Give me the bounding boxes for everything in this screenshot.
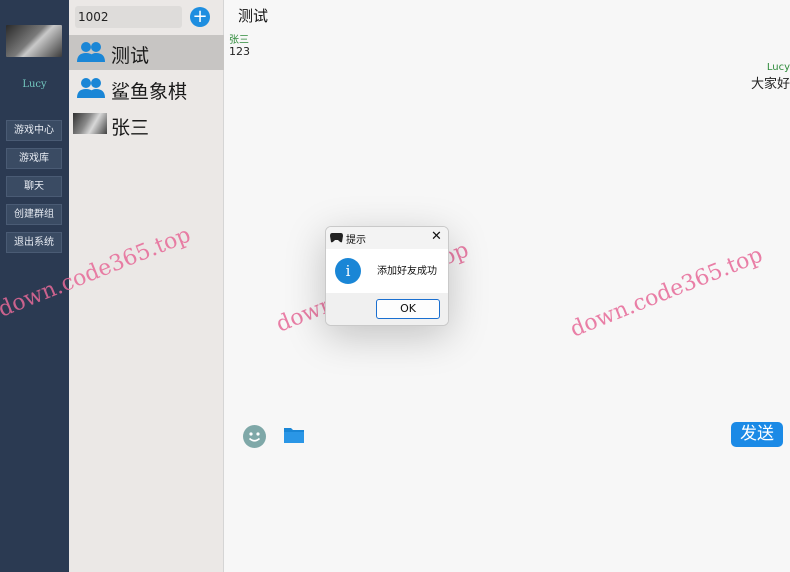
nav-game-center-button[interactable]: 游戏中心 bbox=[6, 120, 62, 141]
user-name: Lucy bbox=[22, 79, 47, 90]
dialog-footer: OK bbox=[326, 293, 448, 325]
message-sender: 张三 bbox=[229, 35, 249, 46]
dialog-body: i 添加好友成功 bbox=[326, 249, 448, 293]
nav-game-library-button[interactable]: 游戏库 bbox=[6, 148, 62, 169]
folder-icon[interactable] bbox=[283, 426, 305, 444]
send-button[interactable]: 发送 bbox=[731, 422, 783, 447]
gamepad-icon bbox=[330, 233, 343, 243]
nav-chat-button[interactable]: 聊天 bbox=[6, 176, 62, 197]
nav-exit-button[interactable]: 退出系统 bbox=[6, 232, 62, 253]
user-avatar[interactable] bbox=[6, 25, 62, 57]
contact-name: 鲨鱼象棋 bbox=[111, 81, 188, 103]
message-text: 大家好 bbox=[750, 77, 790, 92]
contact-item-shayu-xiangqi[interactable]: 鲨鱼象棋 bbox=[69, 71, 224, 106]
dialog-titlebar[interactable]: 提示 ✕ bbox=[326, 227, 448, 249]
nav-create-group-button[interactable]: 创建群组 bbox=[6, 204, 62, 225]
contact-item-ceshi[interactable]: 测试 bbox=[69, 35, 224, 70]
photo-avatar bbox=[73, 113, 107, 134]
ok-button[interactable]: OK bbox=[376, 299, 440, 319]
contact-item-zhangsan[interactable]: 张三 bbox=[69, 107, 224, 142]
alert-dialog: 提示 ✕ i 添加好友成功 OK bbox=[325, 226, 449, 326]
dialog-title: 提示 bbox=[346, 235, 366, 246]
contact-name: 测试 bbox=[111, 45, 150, 67]
add-friend-button[interactable]: + bbox=[190, 7, 210, 27]
group-icon bbox=[77, 78, 105, 98]
dialog-message: 添加好友成功 bbox=[377, 266, 437, 277]
message-text: 123 bbox=[229, 45, 250, 58]
message-sender: Lucy bbox=[766, 62, 790, 73]
search-input[interactable] bbox=[75, 6, 182, 28]
info-icon: i bbox=[335, 258, 361, 284]
group-icon bbox=[77, 42, 105, 62]
contact-name: 张三 bbox=[111, 117, 150, 139]
chat-title: 测试 bbox=[238, 7, 269, 25]
emoji-icon[interactable] bbox=[243, 425, 266, 448]
close-icon[interactable]: ✕ bbox=[431, 229, 442, 244]
